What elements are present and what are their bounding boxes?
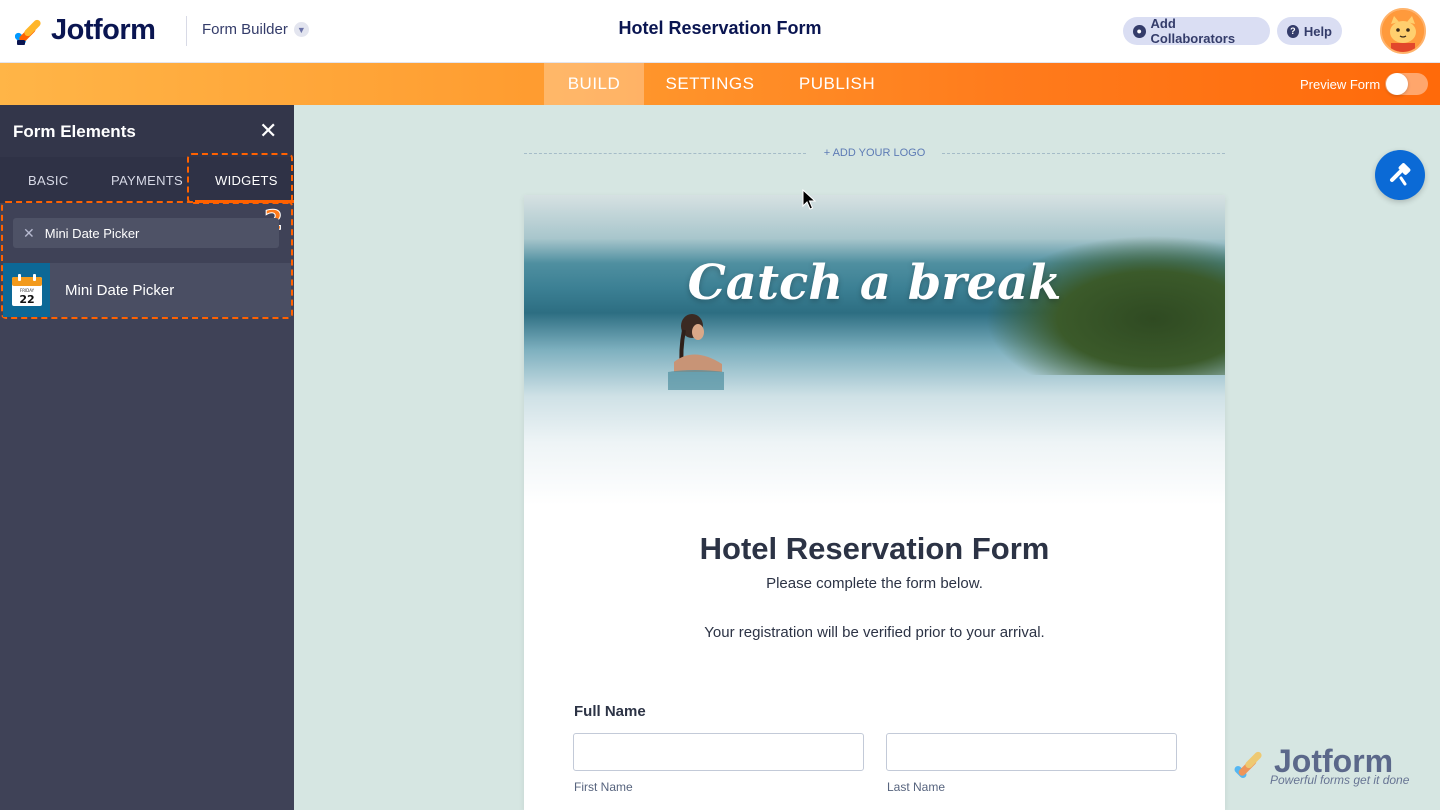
tab-publish[interactable]: PUBLISH bbox=[787, 63, 887, 105]
form-designer-button[interactable] bbox=[1375, 150, 1425, 200]
close-icon[interactable]: ✕ bbox=[259, 118, 277, 144]
search-value: Mini Date Picker bbox=[44, 225, 140, 241]
jotform-logo-icon bbox=[15, 19, 41, 45]
calendar-icon: FRIDAY 22 bbox=[3, 263, 50, 317]
jotform-logo[interactable]: Jotform bbox=[15, 14, 156, 47]
jotform-watermark-icon bbox=[1234, 751, 1262, 778]
cat-avatar-icon bbox=[1382, 10, 1424, 52]
form-note: Your registration will be verified prior… bbox=[704, 624, 1045, 641]
question-icon: ? bbox=[1287, 24, 1299, 38]
full-name-label[interactable]: Full Name bbox=[574, 703, 646, 720]
last-name-input[interactable] bbox=[886, 733, 1177, 771]
widget-result-label: Mini Date Picker bbox=[65, 281, 175, 299]
last-name-sublabel: Last Name bbox=[887, 780, 946, 794]
brand-name: Jotform bbox=[51, 14, 156, 46]
form-builder-label: Form Builder bbox=[202, 21, 288, 38]
help-button[interactable]: ? Help bbox=[1277, 17, 1342, 45]
widget-result-mini-date-picker[interactable]: FRIDAY 22 Mini Date Picker bbox=[3, 263, 291, 317]
jotform-watermark: Jotform Powerful forms get it done bbox=[1234, 743, 1434, 795]
hero-headline: Catch a break bbox=[687, 255, 1062, 311]
search-input[interactable]: ✕ Mini Date Picker bbox=[13, 218, 279, 248]
preview-form-toggle[interactable] bbox=[1385, 73, 1428, 95]
add-collaborators-button[interactable]: ● Add Collaborators bbox=[1123, 16, 1270, 46]
form-elements-panel: Form Elements ✕ BASIC PAYMENTS WIDGETS 2… bbox=[0, 105, 294, 810]
user-icon: ● bbox=[1133, 24, 1146, 38]
clear-search-icon[interactable]: ✕ bbox=[23, 225, 35, 242]
add-logo-area[interactable]: + ADD YOUR LOGO bbox=[524, 147, 1225, 161]
chevron-down-icon: ▼ bbox=[293, 22, 309, 37]
panel-header: Form Elements ✕ bbox=[0, 105, 294, 157]
form-heading[interactable]: Hotel Reservation Form bbox=[524, 531, 1225, 567]
form-subheading: Please complete the form below. bbox=[766, 575, 983, 592]
form-builder-dropdown[interactable]: Form Builder ▼ bbox=[202, 21, 309, 38]
avatar[interactable] bbox=[1380, 8, 1426, 54]
panel-title: Form Elements bbox=[13, 122, 136, 141]
tab-basic[interactable]: BASIC bbox=[28, 173, 69, 188]
tab-payments[interactable]: PAYMENTS bbox=[111, 173, 183, 188]
highlight-widgets-tab bbox=[187, 153, 293, 204]
top-header: Jotform Form Builder ▼ Hotel Reservation… bbox=[0, 0, 1440, 63]
preview-form-label: Preview Form bbox=[1300, 77, 1381, 92]
first-name-sublabel: First Name bbox=[574, 780, 633, 794]
tab-build[interactable]: BUILD bbox=[544, 63, 644, 105]
form-preview-card: Catch a break Hotel Reservation Form Ple… bbox=[524, 195, 1225, 810]
builder-nav: BUILD SETTINGS PUBLISH Preview Form bbox=[0, 63, 1440, 105]
add-logo-link[interactable]: + ADD YOUR LOGO bbox=[524, 147, 1225, 159]
calendar-date-text: 22 bbox=[19, 293, 34, 306]
hero-image[interactable]: Catch a break bbox=[524, 195, 1225, 505]
tab-settings[interactable]: SETTINGS bbox=[650, 63, 770, 105]
header-divider bbox=[186, 16, 187, 46]
toggle-knob bbox=[1386, 73, 1408, 95]
watermark-tagline: Powerful forms get it done bbox=[1270, 773, 1410, 787]
mouse-cursor-icon bbox=[802, 189, 816, 210]
help-label: Help bbox=[1303, 23, 1332, 39]
add-collaborators-label: Add Collaborators bbox=[1150, 16, 1236, 46]
paint-roller-icon bbox=[1390, 163, 1411, 186]
swimmer-figure bbox=[668, 314, 724, 390]
first-name-input[interactable] bbox=[573, 733, 864, 771]
